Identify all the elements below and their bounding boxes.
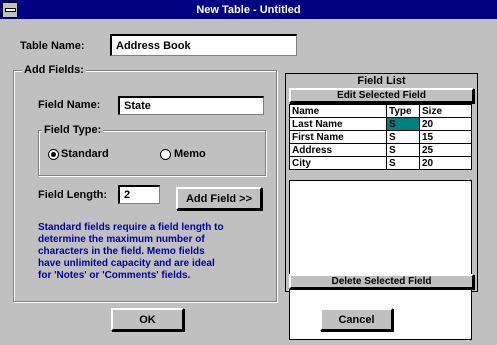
table-cell-name: Address (289, 143, 387, 157)
field-name-input[interactable]: State (118, 96, 264, 115)
system-menu-icon (4, 8, 16, 12)
table-row[interactable]: Address S 25 (289, 143, 472, 157)
standard-radio-label[interactable]: Standard (61, 148, 109, 160)
table-cell-size: 15 (419, 130, 472, 144)
ok-button-label: OK (139, 313, 156, 326)
table-cell-size: 20 (419, 156, 472, 170)
edit-selected-field-button[interactable]: Edit Selected Field (289, 88, 474, 103)
table-name-label: Table Name: (20, 40, 85, 52)
field-name-value: State (124, 100, 151, 112)
column-header-name: Name (289, 104, 387, 118)
help-text-line: Standard fields require a field length t… (38, 222, 224, 233)
edit-selected-field-label: Edit Selected Field (337, 90, 426, 101)
table-row[interactable]: Last Name S 20 (289, 117, 472, 131)
field-length-input[interactable]: 2 (118, 185, 160, 204)
standard-radio[interactable] (48, 149, 59, 160)
field-length-label: Field Length: (38, 189, 108, 201)
add-field-button[interactable]: Add Field >> (176, 187, 262, 210)
field-list-table[interactable]: Name Type Size Last Name S 20 First Name… (289, 104, 472, 170)
help-text: Standard fields require a field length t… (38, 222, 224, 282)
cancel-button-label: Cancel (338, 313, 375, 326)
field-length-value: 2 (124, 189, 131, 201)
table-cell-name: City (289, 156, 387, 170)
field-type-title: Field Type: (42, 124, 104, 136)
ok-button[interactable]: OK (111, 308, 184, 331)
table-cell-size: 20 (419, 117, 472, 131)
column-header-type: Type (386, 104, 420, 118)
field-list-title: Field List (357, 75, 406, 87)
help-text-line: determine the maximum number of (38, 234, 205, 245)
table-row[interactable]: City S 20 (289, 156, 472, 170)
help-text-line: characters in the field. Memo fields (38, 246, 205, 257)
table-cell-type: S (386, 156, 420, 170)
add-fields-title: Add Fields: (22, 64, 86, 76)
window-title: New Table - Untitled (196, 3, 301, 16)
table-cell-type: S (386, 130, 420, 144)
memo-radio-label[interactable]: Memo (174, 148, 206, 160)
table-name-value: Address Book (116, 39, 191, 52)
table-cell-type: S (386, 143, 420, 157)
table-header-row: Name Type Size (289, 104, 472, 118)
system-menu-button[interactable] (2, 2, 18, 18)
table-cell-name: First Name (289, 130, 387, 144)
field-list-panel: Field List Edit Selected Field Name Type… (285, 73, 478, 340)
help-text-line: have unlimited capacity and are ideal (38, 258, 215, 269)
delete-selected-field-button[interactable]: Delete Selected Field (289, 274, 474, 289)
field-name-label: Field Name: (38, 99, 101, 111)
column-header-size: Size (419, 104, 472, 118)
add-field-button-label: Add Field >> (185, 192, 252, 205)
table-cell-size: 25 (419, 143, 472, 157)
table-name-input[interactable]: Address Book (110, 34, 297, 56)
help-text-line: for 'Notes' or 'Comments' fields. (38, 270, 191, 281)
table-cell-type: S (386, 117, 420, 131)
memo-radio[interactable] (160, 149, 171, 160)
delete-selected-field-label: Delete Selected Field (331, 276, 432, 287)
cancel-button[interactable]: Cancel (320, 308, 393, 331)
table-cell-name: Last Name (289, 117, 387, 131)
title-bar: New Table - Untitled (0, 0, 497, 19)
table-row[interactable]: First Name S 15 (289, 130, 472, 144)
